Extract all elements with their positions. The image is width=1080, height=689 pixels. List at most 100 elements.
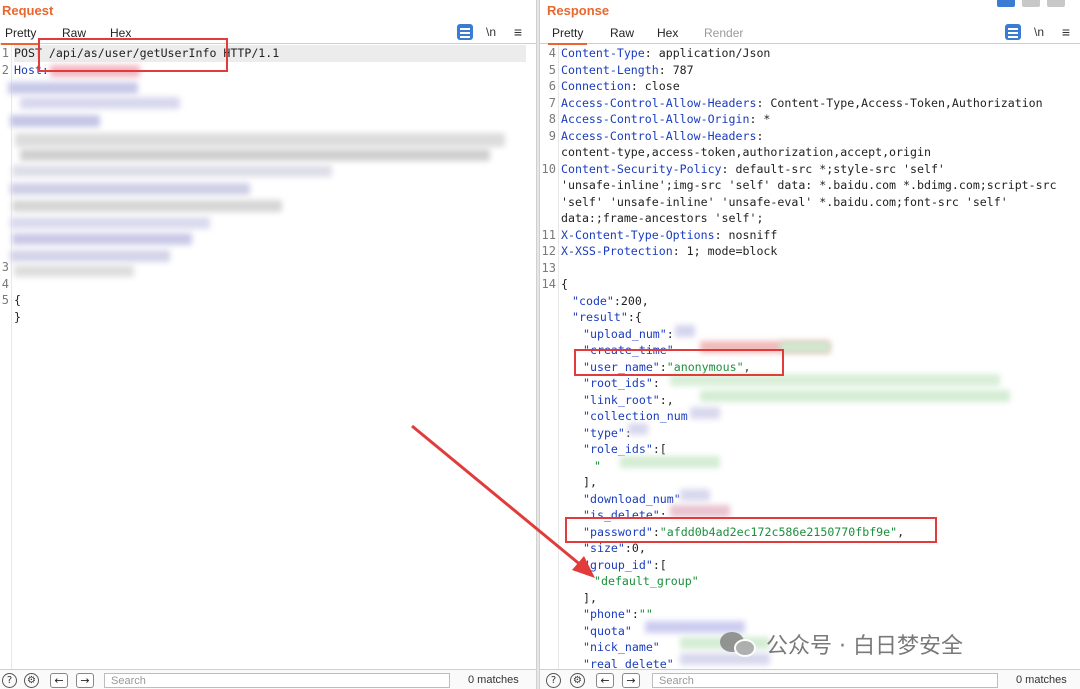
request-pane: Request Pretty Raw Hex \n ≡ 1 2 3 4 5 PO… — [0, 0, 536, 689]
line-number: 5 — [548, 62, 556, 77]
response-header-line: Access-Control-Allow-Origin: * — [561, 111, 770, 128]
redacted-block — [10, 115, 100, 127]
response-pane: Response Pretty Raw Hex Render \n ≡ 4 5 6 7… — [540, 0, 1080, 689]
header-key: Connection — [561, 79, 631, 93]
settings-icon[interactable]: ⚙ — [570, 673, 585, 688]
layout-toggle-icon[interactable] — [997, 0, 1015, 7]
response-tab-hex[interactable]: Hex — [657, 26, 678, 40]
header-colon: : — [714, 227, 722, 242]
newline-toggle[interactable]: \n — [483, 24, 499, 40]
response-tabbar: Pretty Raw Hex Render — [540, 22, 1080, 45]
header-key: X-XSS-Protection — [561, 244, 673, 258]
response-gutter: 4 5 6 7 8 9 10 11 12 13 14 — [540, 45, 559, 669]
request-tab-pretty[interactable]: Pretty — [0, 26, 41, 45]
request-title: Request — [2, 3, 54, 18]
line-number: 4 — [548, 46, 556, 60]
header-colon: : — [658, 62, 666, 77]
settings-icon[interactable]: ⚙ — [24, 673, 39, 688]
redacted-block — [10, 217, 210, 229]
request-editor[interactable]: 1 2 3 4 5 POST /api/as/user/getUserInfo … — [0, 45, 536, 669]
redacted-block — [12, 165, 332, 177]
header-value: Content-Type,Access-Token,Authorization — [763, 95, 1043, 110]
redacted-block — [670, 505, 730, 517]
line-number: 6 — [548, 79, 556, 93]
newline-toggle[interactable]: \n — [1031, 24, 1047, 40]
redacted-block — [620, 456, 720, 468]
response-tab-pretty[interactable]: Pretty — [547, 26, 588, 45]
json-key: "type" — [583, 425, 625, 440]
response-header-line: Access-Control-Allow-Headers: Content-Ty… — [561, 95, 1043, 112]
json-punct: :{ — [627, 310, 642, 324]
json-key: "root_ids" — [583, 376, 653, 390]
next-match-button[interactable]: → — [622, 673, 640, 688]
json-punct: : — [666, 326, 674, 341]
response-tab-render[interactable]: Render — [704, 26, 743, 40]
response-header-line: Content-Type: application/Json — [561, 45, 770, 62]
request-search-input[interactable]: Search — [104, 673, 450, 688]
json-line: "result":{ — [561, 309, 642, 326]
word-wrap-icon[interactable] — [1005, 24, 1021, 40]
json-line: "quota" — [561, 623, 632, 640]
json-string: "default_group" — [594, 574, 699, 588]
layout-toggle-icon[interactable] — [1047, 0, 1065, 7]
json-line: "phone":"" — [561, 606, 653, 623]
wechat-logo-icon — [720, 629, 758, 659]
header-value: * — [756, 112, 771, 126]
redacted-block — [628, 423, 648, 435]
json-line: "link_root":, — [561, 392, 674, 409]
menu-icon[interactable]: ≡ — [1058, 24, 1074, 40]
json-punct: : — [652, 376, 660, 390]
response-header-line: Access-Control-Allow-Headers: — [561, 128, 763, 145]
header-value: close — [637, 79, 680, 93]
help-icon[interactable]: ? — [2, 673, 17, 688]
redacted-block — [10, 250, 170, 262]
header-colon: : — [644, 46, 652, 60]
json-line: "root_ids": — [561, 375, 660, 392]
redacted-block — [780, 341, 830, 353]
redacted-block — [690, 407, 720, 419]
help-icon[interactable]: ? — [546, 673, 561, 688]
json-line: { — [561, 276, 568, 293]
header-value: 'self' 'unsafe-inline' 'unsafe-eval' *.b… — [561, 194, 1008, 209]
json-line: ], — [561, 590, 597, 607]
prev-match-button[interactable]: ← — [596, 673, 614, 688]
json-key: "code" — [572, 293, 614, 308]
header-value: application/Json — [651, 46, 771, 60]
redacted-block — [10, 183, 250, 195]
json-line: "default_group" — [561, 573, 699, 590]
response-header-line: content-type,access-token,authorization,… — [561, 144, 931, 161]
response-search-input[interactable]: Search — [652, 673, 998, 688]
next-match-button[interactable]: → — [76, 673, 94, 688]
json-line: "nick_name" — [561, 639, 660, 656]
prev-match-button[interactable]: ← — [50, 673, 68, 688]
header-colon: : — [756, 128, 764, 143]
word-wrap-icon[interactable] — [457, 24, 473, 40]
response-tab-raw[interactable]: Raw — [610, 26, 634, 40]
username-highlight — [574, 349, 784, 376]
line-number: 8 — [548, 112, 556, 126]
json-key: "size" — [583, 541, 625, 555]
redacted-block — [675, 325, 695, 337]
header-key: Access-Control-Allow-Headers — [561, 128, 757, 143]
request-line: { — [14, 293, 21, 307]
redacted-block — [15, 133, 505, 147]
redacted-block — [12, 233, 192, 245]
header-value: 'unsafe-inline';img-src 'self' data: *.b… — [561, 178, 1057, 192]
request-gutter: 1 2 3 4 5 — [0, 45, 12, 669]
header-value: nosniff — [721, 227, 778, 242]
header-value: content-type,access-token,authorization,… — [561, 145, 931, 159]
response-header-line: X-XSS-Protection: 1; mode=block — [561, 243, 777, 260]
redacted-block — [20, 97, 180, 109]
header-key: X-Content-Type-Options — [561, 227, 715, 242]
json-line: " — [561, 458, 601, 475]
menu-icon[interactable]: ≡ — [510, 24, 526, 40]
json-punct: :[ — [652, 442, 667, 456]
layout-toggle-icon[interactable] — [1022, 0, 1040, 7]
line-number: 12 — [541, 244, 556, 258]
header-key: Access-Control-Allow-Headers — [561, 95, 757, 110]
json-string: " — [594, 458, 601, 473]
header-colon: : — [630, 79, 638, 93]
json-key: "role_ids" — [583, 442, 653, 456]
response-header-line: Connection: close — [561, 78, 680, 95]
response-header-line: 'unsafe-inline';img-src 'self' data: *.b… — [561, 177, 1057, 194]
